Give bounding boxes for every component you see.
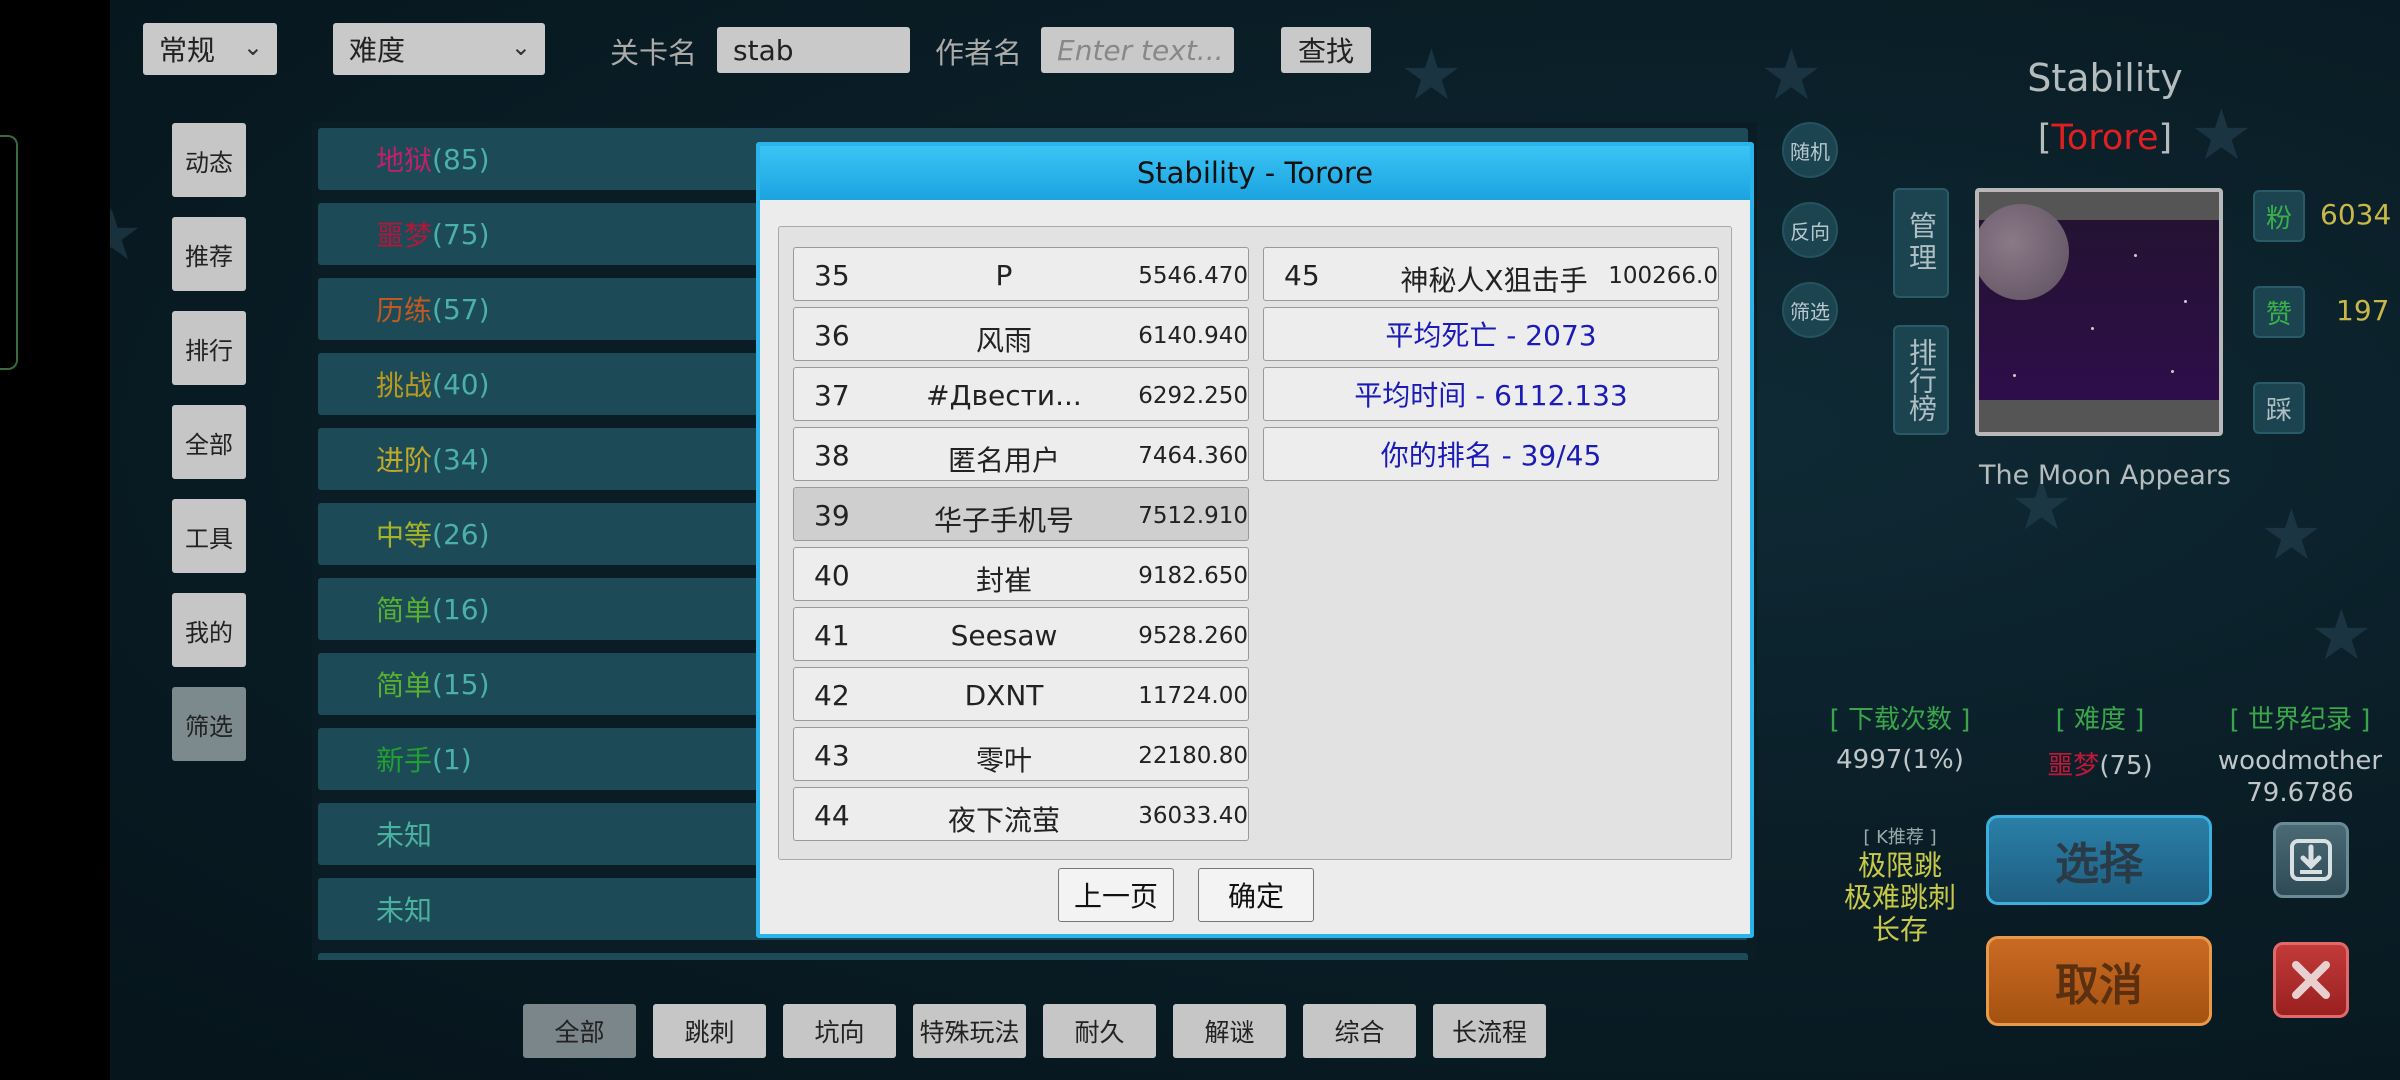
difficulty-header: [ 难度 ]	[2055, 705, 2145, 735]
leaderboard-button[interactable]: 排行榜	[1893, 325, 1949, 435]
moon-icon	[1979, 204, 2069, 300]
category-endurance[interactable]: 耐久	[1043, 1004, 1156, 1058]
random-button[interactable]: 随机	[1782, 122, 1838, 178]
nav-all[interactable]: 全部	[172, 405, 246, 479]
filter-round-button[interactable]: 筛选	[1782, 282, 1838, 338]
manage-button[interactable]: 管理	[1893, 188, 1949, 298]
difficulty-select[interactable]: 难度 ⌄	[333, 23, 545, 75]
like-button[interactable]: 赞	[2253, 286, 2305, 338]
nav-mine[interactable]: 我的	[172, 593, 246, 667]
reverse-button[interactable]: 反向	[1782, 202, 1838, 258]
mode-select[interactable]: 常规 ⌄	[143, 23, 277, 75]
confirm-button[interactable]: 确定	[1198, 868, 1314, 922]
level-author: [Torore]	[2037, 118, 2173, 158]
world-record: woodmother 79.6786	[2217, 746, 2383, 808]
table-row: 40 封崔 9182.650	[793, 547, 1249, 601]
your-rank: 你的排名 - 39/45	[1263, 427, 1719, 481]
table-row: 43 零叶 22180.80	[793, 727, 1249, 781]
downloads-header: [ 下载次数 ]	[1829, 705, 1971, 735]
level-title: Stability	[2027, 56, 2183, 100]
level-name-input[interactable]	[717, 27, 910, 73]
dialog-title: Stability - Torore	[760, 146, 1750, 200]
ranking-panel: 35 P 5546.470 36 风雨 6140.940 37 #Двести... 629…	[778, 226, 1732, 860]
average-time: 平均时间 - 6112.133	[1263, 367, 1719, 421]
category-mixed[interactable]: 综合	[1303, 1004, 1416, 1058]
like-count: 197	[2336, 294, 2390, 327]
fans-count: 6034	[2320, 198, 2392, 231]
nav-ranking[interactable]: 排行	[172, 311, 246, 385]
fans-button[interactable]: 粉	[2253, 190, 2305, 242]
table-row: 37 #Двести... 6292.250	[793, 367, 1249, 421]
table-row-current-user: 39 华子手机号 7512.910	[793, 487, 1249, 541]
nav-tools[interactable]: 工具	[172, 499, 246, 573]
select-button[interactable]: 选择	[1986, 815, 2212, 905]
list-item	[318, 953, 1748, 960]
category-special[interactable]: 特殊玩法	[913, 1004, 1026, 1058]
record-header: [ 世界纪录 ]	[2229, 705, 2371, 735]
dislike-button[interactable]: 踩	[2253, 382, 2305, 434]
nav-recommend[interactable]: 推荐	[172, 217, 246, 291]
author-input[interactable]	[1041, 27, 1234, 73]
table-row: 35 P 5546.470	[793, 247, 1249, 301]
category-all[interactable]: 全部	[523, 1004, 636, 1058]
chevron-down-icon: ⌄	[242, 33, 263, 61]
table-row: 41 Seesaw 9528.260	[793, 607, 1249, 661]
average-deaths: 平均死亡 - 2073	[1263, 307, 1719, 361]
ranking-dialog: Stability - Torore 35 P 5546.470 36 风雨 6140.…	[756, 142, 1754, 938]
category-puzzle[interactable]: 解谜	[1173, 1004, 1286, 1058]
nav-feed[interactable]: 动态	[172, 123, 246, 197]
search-button[interactable]: 查找	[1281, 27, 1371, 73]
left-edge-bracket	[0, 135, 18, 370]
close-icon	[2292, 961, 2330, 999]
table-row: 36 风雨 6140.940	[793, 307, 1249, 361]
download-button[interactable]	[2273, 822, 2349, 898]
author-label: 作者名	[935, 36, 1023, 70]
category-jump-spike[interactable]: 跳刺	[653, 1004, 766, 1058]
k-recommend: [ K推荐 ] 极限跳 极难跳刺 长存	[1843, 827, 1956, 946]
download-icon	[2290, 839, 2332, 881]
cancel-button[interactable]: 取消	[1986, 936, 2212, 1026]
table-row: 42 DXNT 11724.00	[793, 667, 1249, 721]
chevron-down-icon: ⌄	[510, 33, 531, 61]
level-name-label: 关卡名	[610, 36, 698, 70]
table-row: 38 匿名用户 7464.360	[793, 427, 1249, 481]
difficulty-value: 噩梦(75)	[2047, 751, 2153, 781]
level-thumbnail	[1975, 188, 2223, 436]
nav-filter[interactable]: 筛选	[172, 687, 246, 761]
table-row: 45 神秘人X狙击手 100266.0	[1263, 247, 1719, 301]
thumbnail-caption: The Moon Appears	[1979, 460, 2231, 491]
prev-page-button[interactable]: 上一页	[1058, 868, 1174, 922]
table-row: 44 夜下流萤 36033.40	[793, 787, 1249, 841]
category-trap[interactable]: 坑向	[783, 1004, 896, 1058]
downloads-value: 4997(1%)	[1836, 745, 1964, 775]
close-button[interactable]	[2273, 942, 2349, 1018]
category-long[interactable]: 长流程	[1433, 1004, 1546, 1058]
